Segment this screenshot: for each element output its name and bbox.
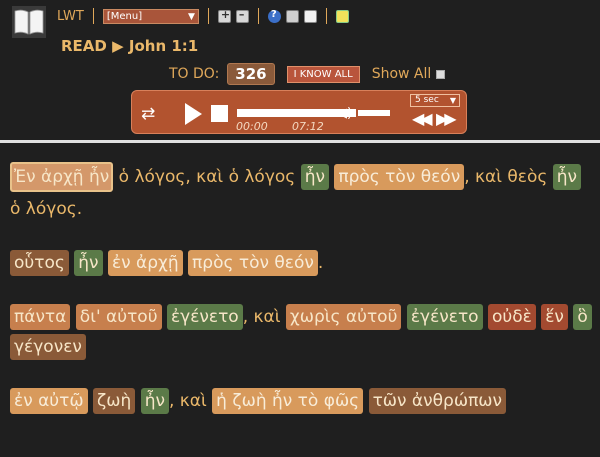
plain-text: ὁ λόγος. (10, 199, 83, 219)
term-word[interactable]: ὃ (573, 304, 592, 330)
text-paragraph: πάντα δι' αὐτοῦ ἐγένετο, καὶ χωρὶς αὐτοῦ… (10, 302, 595, 362)
volume-slider[interactable] (358, 110, 390, 116)
skip-interval-select[interactable]: 5 sec ▼ (410, 94, 460, 107)
duration-time: 07:12 (292, 120, 324, 133)
book-logo-icon (12, 6, 46, 38)
term-word[interactable]: πρὸς τὸν θεόν (334, 164, 465, 190)
selected-term[interactable]: Ἐν ἀρχῇ ἦν (10, 162, 114, 192)
chevron-down-icon: ▼ (187, 11, 195, 22)
term-word[interactable]: πρὸς τὸν θεόν (188, 250, 318, 276)
plain-text: , καὶ (242, 307, 286, 327)
plain-text: , καὶ θεὸς (464, 167, 553, 187)
plain-text (363, 391, 368, 411)
term-word[interactable]: ἦν (552, 164, 582, 190)
plain-text: . (317, 253, 324, 273)
repeat-icon[interactable]: ⇄ (141, 104, 155, 124)
header-frame: LWT [Menu] ▼ READ ▶ John 1:1 TO DO: 326 … (0, 0, 600, 140)
term-word[interactable]: ἦν (300, 164, 329, 190)
divider (325, 8, 327, 24)
status-bar: TO DO: 326 I KNOW ALL Show All (169, 63, 446, 85)
reading-title: READ ▶ John 1:1 (61, 37, 198, 55)
play-arrow-icon: ▶ (112, 37, 124, 55)
play-icon[interactable] (185, 103, 202, 125)
divider (92, 8, 94, 24)
divider (207, 8, 209, 24)
divider (257, 8, 259, 24)
term-word[interactable]: ἦν (74, 250, 103, 276)
read-label: READ (61, 37, 107, 55)
term-word[interactable]: δι' αὐτοῦ (75, 304, 162, 330)
chevron-down-icon: ▼ (449, 96, 456, 105)
term-word[interactable]: ἐν αὐτῷ (10, 388, 88, 414)
audio-player: ⇄ 00:00 07:12 ◀) 5 sec ▼ ◀◀ ▶▶ (131, 90, 467, 134)
term-word[interactable]: γέγονεν (10, 334, 86, 360)
term-word[interactable]: ἐγένετο (166, 304, 243, 330)
plain-text (70, 307, 75, 327)
term-word[interactable]: ἡ ζωὴ ἦν τὸ φῶς (212, 388, 364, 414)
toolbar: LWT [Menu] ▼ (57, 8, 349, 24)
volume-icon[interactable]: ◀) (337, 106, 352, 121)
edit-document-icon[interactable] (303, 9, 317, 23)
term-word[interactable]: πάντα (10, 304, 71, 330)
text-paragraph: ἐν αὐτῷ ζωὴ ἦν, καὶ ἡ ζωὴ ἦν τὸ φῶς τῶν … (10, 386, 595, 416)
term-word[interactable]: οὗτος (10, 250, 69, 276)
fast-forward-icon[interactable]: ▶▶ (436, 109, 457, 128)
term-word[interactable]: ἐν ἀρχῇ (107, 250, 183, 276)
show-all-checkbox[interactable] (436, 69, 446, 79)
collapse-icon[interactable] (235, 8, 249, 23)
i-know-all-button[interactable]: I KNOW ALL (286, 65, 360, 83)
help-icon[interactable] (267, 9, 281, 23)
text-paragraph: οὗτος ἦν ἐν ἀρχῇ πρὸς τὸν θεόν. (10, 248, 595, 278)
show-all-label[interactable]: Show All (372, 66, 432, 82)
stop-icon[interactable] (211, 105, 228, 122)
term-word[interactable]: ζωὴ (93, 388, 136, 414)
frame-divider (0, 140, 600, 143)
plain-text: , καὶ (168, 391, 213, 411)
notes-icon[interactable] (335, 9, 349, 23)
term-word[interactable]: ἐγένετο (406, 304, 483, 330)
term-word[interactable]: οὐδὲ (488, 304, 536, 330)
term-word[interactable]: ἕν (541, 304, 568, 330)
print-icon[interactable] (285, 9, 299, 23)
term-word[interactable]: τῶν ἀνθρώπων (368, 388, 507, 414)
skip-interval-value: 5 sec (415, 95, 439, 105)
app-name[interactable]: LWT (57, 9, 84, 24)
reading-text: Ἐν ἀρχῇ ἦν ὁ λόγος, καὶ ὁ λόγος ἦν πρὸς … (10, 160, 595, 440)
plain-text: ὁ λόγος, καὶ ὁ λόγος (113, 167, 301, 187)
term-word[interactable]: ἦν (140, 388, 169, 414)
text-title: John 1:1 (128, 37, 199, 55)
todo-count-badge: 326 (227, 63, 275, 85)
expand-icon[interactable] (217, 8, 231, 23)
rewind-icon[interactable]: ◀◀ (412, 109, 433, 128)
current-time: 00:00 (236, 120, 268, 133)
todo-label: TO DO: (169, 66, 220, 82)
menu-select-value: [Menu] (106, 10, 143, 22)
term-word[interactable]: χωρὶς αὐτοῦ (285, 304, 402, 330)
text-paragraph: Ἐν ἀρχῇ ἦν ὁ λόγος, καὶ ὁ λόγος ἦν πρὸς … (10, 160, 595, 224)
menu-select[interactable]: [Menu] ▼ (102, 8, 199, 24)
plain-text (135, 391, 140, 411)
